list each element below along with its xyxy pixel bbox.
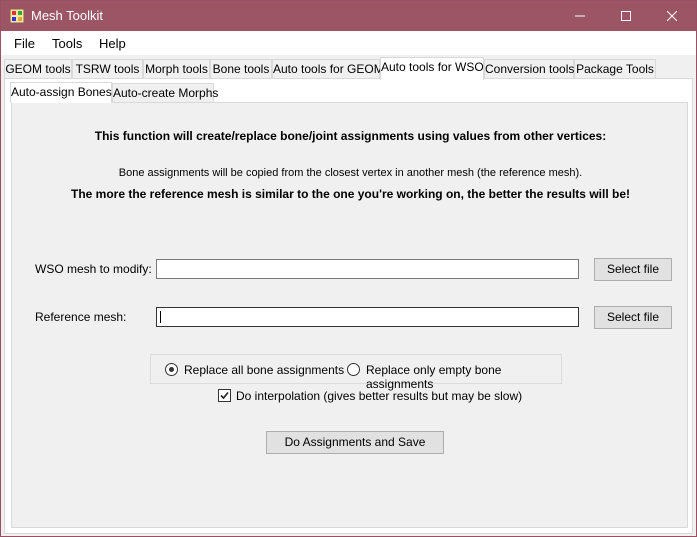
menu-file[interactable]: File — [14, 36, 35, 51]
radio-replace-all[interactable] — [165, 363, 178, 376]
wso-mesh-input[interactable] — [156, 259, 579, 279]
note-text: The more the reference mesh is similar t… — [71, 187, 630, 201]
menu-bar: File Tools Help — [1, 31, 696, 55]
tab-auto-tools-wso[interactable]: Auto tools for WSO — [380, 57, 484, 80]
select-reference-file-button[interactable]: Select file — [594, 306, 672, 329]
tab-tsrw-tools[interactable]: TSRW tools — [72, 59, 143, 79]
wso-mesh-label: WSO mesh to modify: — [35, 262, 152, 276]
select-wso-file-button[interactable]: Select file — [594, 258, 672, 281]
reference-mesh-label: Reference mesh: — [35, 310, 127, 324]
subtab-auto-create-morphs[interactable]: Auto-create Morphs — [112, 83, 218, 103]
tab-bone-tools[interactable]: Bone tools — [210, 59, 272, 79]
tab-geom-tools[interactable]: GEOM tools — [4, 59, 72, 79]
radio-replace-empty[interactable] — [347, 363, 360, 376]
maximize-icon — [621, 11, 631, 21]
heading-text: This function will create/replace bone/j… — [94, 129, 607, 143]
auto-assign-panel: This function will create/replace bone/j… — [11, 102, 688, 528]
replace-mode-group: Replace all bone assignments Replace onl… — [150, 354, 562, 391]
checkmark-icon — [220, 391, 229, 400]
tab-conversion-tools[interactable]: Conversion tools — [484, 59, 574, 79]
interpolation-label[interactable]: Do interpolation (gives better results b… — [236, 389, 522, 403]
interpolation-checkbox[interactable] — [218, 389, 231, 402]
main-window: Mesh Toolkit File Tools Help GEOM tools … — [0, 0, 697, 537]
close-icon — [667, 11, 677, 21]
text-cursor — [160, 311, 161, 323]
radio-replace-empty-label[interactable]: Replace only empty bone assignments — [366, 363, 561, 391]
subtab-auto-assign-bones[interactable]: Auto-assign Bones — [10, 82, 112, 103]
tab-auto-tools-geom[interactable]: Auto tools for GEOM — [272, 59, 384, 79]
minimize-icon — [575, 15, 585, 17]
close-button[interactable] — [649, 1, 695, 31]
menu-help[interactable]: Help — [99, 36, 126, 51]
title-bar[interactable]: Mesh Toolkit — [1, 1, 696, 31]
window-title: Mesh Toolkit — [31, 8, 104, 23]
tab-morph-tools[interactable]: Morph tools — [143, 59, 210, 79]
do-assignments-button[interactable]: Do Assignments and Save — [266, 431, 444, 454]
menu-tools[interactable]: Tools — [52, 36, 82, 51]
reference-mesh-input[interactable] — [156, 307, 579, 327]
maximize-button[interactable] — [603, 1, 649, 31]
tab-panel: Auto-assign Bones Auto-create Morphs Thi… — [4, 78, 693, 534]
description-text: Bone assignments will be copied from the… — [118, 167, 583, 179]
radio-replace-all-label[interactable]: Replace all bone assignments — [184, 363, 344, 377]
app-icon — [10, 9, 24, 23]
main-tabs: GEOM tools TSRW tools Morph tools Bone t… — [1, 57, 696, 80]
tab-package-tools[interactable]: Package Tools — [574, 59, 656, 79]
minimize-button[interactable] — [557, 1, 603, 31]
radio-selected-dot — [169, 367, 174, 372]
